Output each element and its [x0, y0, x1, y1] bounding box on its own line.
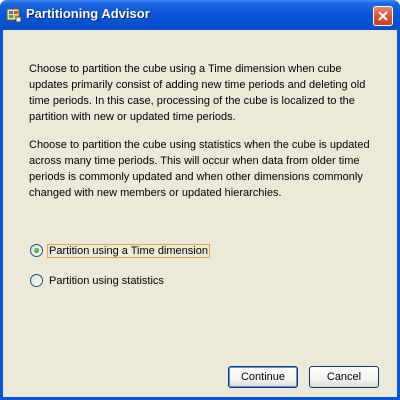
- option-time-dimension[interactable]: Partition using a Time dimension: [30, 242, 210, 259]
- radio-label-time-dimension[interactable]: Partition using a Time dimension: [47, 243, 210, 258]
- radio-label-statistics[interactable]: Partition using statistics: [47, 274, 166, 288]
- cube-app-icon: [6, 7, 22, 23]
- window-title: Partitioning Advisor: [26, 6, 150, 21]
- radio-statistics[interactable]: [30, 274, 43, 287]
- cancel-button[interactable]: Cancel: [309, 366, 379, 388]
- option-statistics[interactable]: Partition using statistics: [30, 272, 166, 289]
- time-dimension-description: Choose to partition the cube using a Tim…: [29, 63, 366, 123]
- dialog-body: Choose to partition the cube using a Tim…: [3, 30, 397, 397]
- statistics-description: Choose to partition the cube using stati…: [29, 139, 370, 199]
- dialog-window: Partitioning Advisor Choose to partition…: [0, 0, 400, 400]
- continue-button[interactable]: Continue: [228, 366, 298, 388]
- radio-time-dimension[interactable]: [30, 244, 43, 257]
- close-button[interactable]: [373, 6, 393, 26]
- title-bar[interactable]: Partitioning Advisor: [0, 0, 400, 30]
